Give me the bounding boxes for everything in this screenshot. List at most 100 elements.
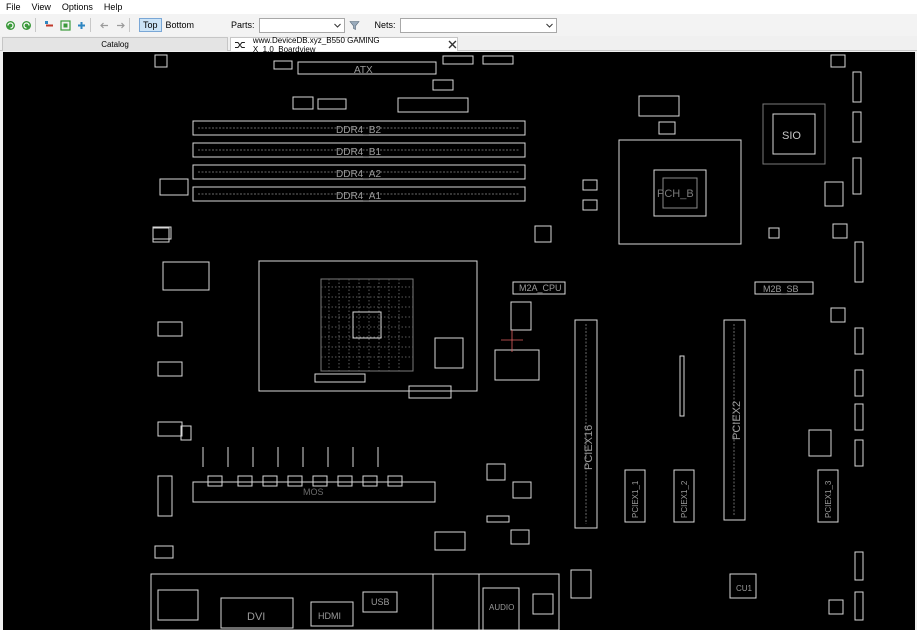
component (362, 475, 378, 487)
component (570, 569, 592, 599)
menu-help[interactable]: Help (104, 2, 123, 12)
dimm-pins (198, 127, 520, 195)
close-icon[interactable] (448, 40, 457, 49)
component (532, 593, 554, 615)
filter-icon[interactable] (349, 19, 361, 31)
component (337, 475, 353, 487)
crosshair-cursor (501, 330, 523, 352)
label-pch: PCH_B (657, 188, 694, 200)
menu-bar: File View Options Help (0, 0, 917, 14)
component (486, 463, 506, 481)
component (287, 475, 303, 487)
rotate-right-icon[interactable] (20, 19, 32, 31)
component (852, 157, 862, 195)
chevron-down-icon (545, 23, 553, 28)
component (832, 223, 848, 239)
label-ddr4-b1: DDR4_B1 (336, 147, 381, 158)
component (828, 599, 844, 615)
component (852, 71, 862, 103)
component (157, 421, 183, 437)
component (824, 181, 844, 207)
component (152, 227, 170, 243)
parts-combobox[interactable] (258, 17, 345, 33)
component (152, 226, 172, 240)
chevron-down-icon (333, 23, 341, 28)
menu-view[interactable]: View (32, 2, 51, 12)
component-array (510, 301, 532, 331)
label-sio: SIO (782, 130, 801, 142)
nets-label: Nets: (374, 20, 396, 30)
component (854, 551, 864, 581)
component (434, 531, 466, 551)
component (237, 475, 253, 487)
trace-strip (679, 355, 685, 417)
component (512, 481, 532, 499)
label-audio: AUDIO (489, 603, 514, 612)
component (292, 96, 314, 110)
toolbar-separator (129, 18, 130, 32)
component (852, 111, 862, 143)
label-ddr4-a1: DDR4_A1 (336, 191, 381, 202)
component-array (162, 261, 210, 291)
tab-boardview[interactable]: www.DeviceDB.xyz_B550 GAMING X_1.0_Board… (230, 35, 458, 54)
label-pciex2: PCIEX2 (731, 401, 743, 440)
label-pciex1-2: PCIEX1_2 (680, 480, 689, 518)
component (273, 60, 293, 70)
component-array (397, 97, 469, 113)
nets-combobox[interactable] (399, 17, 557, 33)
component (482, 55, 514, 65)
component (207, 475, 223, 487)
component (432, 79, 454, 91)
label-pciex1-1: PCIEX1_1 (631, 480, 640, 518)
component (854, 241, 864, 283)
cpu-pads (321, 279, 413, 371)
component (854, 369, 864, 397)
label-pciex16: PCIEX16 (583, 425, 595, 470)
label-m2b-sb: M2B_SB (763, 284, 799, 294)
boardview-app: File View Options Help Top Bottom Parts:… (0, 0, 917, 630)
menu-file[interactable]: File (6, 2, 21, 12)
label-mos: MOS (303, 487, 324, 497)
zoom-in-icon[interactable] (75, 19, 87, 31)
cpu-center (352, 311, 382, 339)
toolbar-separator (35, 18, 36, 32)
component (582, 199, 598, 211)
component-array (638, 95, 680, 117)
component (408, 385, 452, 399)
label-m2a-cpu: M2A_CPU (519, 283, 562, 293)
component (486, 515, 510, 523)
component-array (434, 337, 464, 369)
top-side-button[interactable]: Top (139, 18, 162, 32)
inductor-pins (202, 447, 379, 467)
label-usb: USB (371, 597, 390, 607)
menu-options[interactable]: Options (62, 2, 93, 12)
arrow-left-icon[interactable] (98, 19, 110, 31)
component (154, 545, 174, 559)
component (854, 591, 864, 621)
label-ddr4-a2: DDR4_A2 (336, 169, 381, 180)
label-atx: ATX (354, 65, 373, 76)
tab-boardview-label: www.DeviceDB.xyz_B550 GAMING X_1.0_Board… (252, 35, 380, 54)
rotate-left-icon[interactable] (4, 19, 16, 31)
bottom-side-button[interactable]: Bottom (162, 18, 199, 32)
component (157, 475, 173, 517)
component (159, 178, 189, 196)
component (510, 529, 530, 545)
board-canvas[interactable]: ATX DDR4_B2 DDR4_B1 DDR4_A2 DDR4_A1 SIO … (3, 52, 915, 630)
document-tabs: Catalog www.DeviceDB.xyz_B550 GAMING X_1… (0, 35, 917, 54)
zoom-out-icon[interactable] (43, 19, 55, 31)
component (534, 225, 552, 243)
arrow-right-icon[interactable] (114, 19, 126, 31)
component-array (494, 349, 540, 381)
component (854, 403, 864, 431)
zoom-fit-icon[interactable] (59, 19, 71, 31)
component (658, 121, 676, 135)
tab-catalog[interactable]: Catalog (2, 37, 228, 51)
label-hdmi: HDMI (318, 611, 341, 621)
component (830, 307, 846, 323)
label-cu1: CU1 (736, 584, 753, 593)
component (317, 98, 347, 110)
toolbar-separator (90, 18, 91, 32)
component (154, 54, 168, 68)
toolbar: Top Bottom Parts: Nets: (0, 14, 917, 36)
